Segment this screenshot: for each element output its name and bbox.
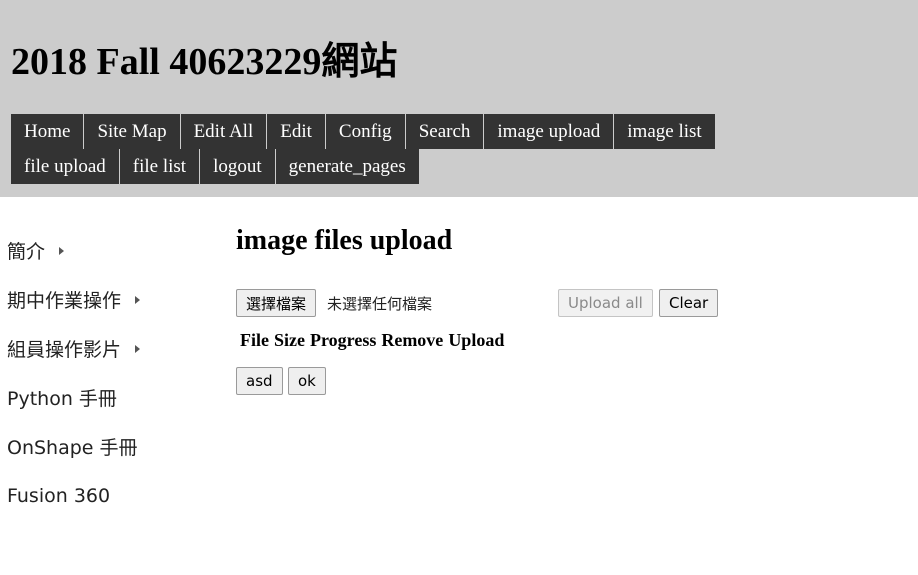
header-remove: Remove (381, 330, 444, 350)
caret-right-icon (135, 295, 141, 304)
nav-file-upload[interactable]: file upload (11, 149, 120, 184)
upload-table-header: File Size Progress Remove Upload (240, 330, 504, 351)
sidebar-item-label: Fusion 360 (7, 484, 111, 507)
sidebar-item-midterm[interactable]: 期中作業操作 (0, 275, 220, 324)
sidebar: 簡介 期中作業操作 組員操作影片 Python 手冊 OnShape 手冊 Fu… (0, 226, 220, 520)
nav-config[interactable]: Config (325, 114, 406, 149)
upload-all-button[interactable]: Upload all (558, 289, 653, 317)
sidebar-item-onshape[interactable]: OnShape 手冊 (0, 422, 220, 471)
page-title: image files upload (236, 225, 453, 256)
sidebar-item-label: 組員操作影片 (7, 339, 122, 361)
nav-home[interactable]: Home (11, 114, 85, 149)
nav-search[interactable]: Search (405, 114, 485, 149)
sidebar-item-fusion[interactable]: Fusion 360 (0, 471, 220, 520)
sidebar-item-label: 簡介 (7, 241, 46, 263)
nav-image-upload[interactable]: image upload (484, 114, 615, 149)
ok-button[interactable]: ok (288, 367, 326, 395)
no-file-text: 未選擇任何檔案 (327, 294, 433, 313)
nav-image-list[interactable]: image list (614, 114, 715, 149)
nav-site-map[interactable]: Site Map (84, 114, 181, 149)
sidebar-item-label: 期中作業操作 (7, 290, 122, 312)
main-content: image files upload 選擇檔案 未選擇任何檔案 Upload a… (236, 222, 896, 395)
upload-controls: 選擇檔案 未選擇任何檔案 Upload all Clear (236, 289, 896, 317)
site-title: 2018 Fall 40623229網站 (11, 41, 398, 83)
sidebar-item-label: Python 手冊 (7, 388, 117, 410)
nav-edit-all[interactable]: Edit All (180, 114, 268, 149)
asd-button[interactable]: asd (236, 367, 283, 395)
site-header: 2018 Fall 40623229網站 Home Site Map Edit … (0, 0, 918, 197)
header-file: File (240, 330, 269, 350)
nav-row-1: Home Site Map Edit All Edit Config Searc… (11, 114, 737, 149)
nav-generate-pages[interactable]: generate_pages (275, 149, 419, 184)
caret-right-icon (59, 246, 65, 255)
sidebar-item-intro[interactable]: 簡介 (0, 226, 220, 275)
choose-file-button[interactable]: 選擇檔案 (236, 289, 317, 317)
action-buttons: asd ok (236, 367, 436, 395)
clear-button[interactable]: Clear (659, 289, 719, 317)
sidebar-item-label: OnShape 手冊 (7, 437, 138, 459)
nav-edit[interactable]: Edit (267, 114, 326, 149)
sidebar-item-member-videos[interactable]: 組員操作影片 (0, 324, 220, 373)
caret-right-icon (135, 344, 141, 353)
main-nav: Home Site Map Edit All Edit Config Searc… (11, 114, 737, 184)
nav-logout[interactable]: logout (200, 149, 276, 184)
nav-row-2: file upload file list logout generate_pa… (11, 149, 737, 184)
sidebar-item-python[interactable]: Python 手冊 (0, 373, 220, 422)
header-upload: Upload (448, 330, 505, 350)
nav-file-list[interactable]: file list (119, 149, 201, 184)
header-size: Size (274, 330, 305, 350)
header-progress: Progress (310, 330, 377, 350)
